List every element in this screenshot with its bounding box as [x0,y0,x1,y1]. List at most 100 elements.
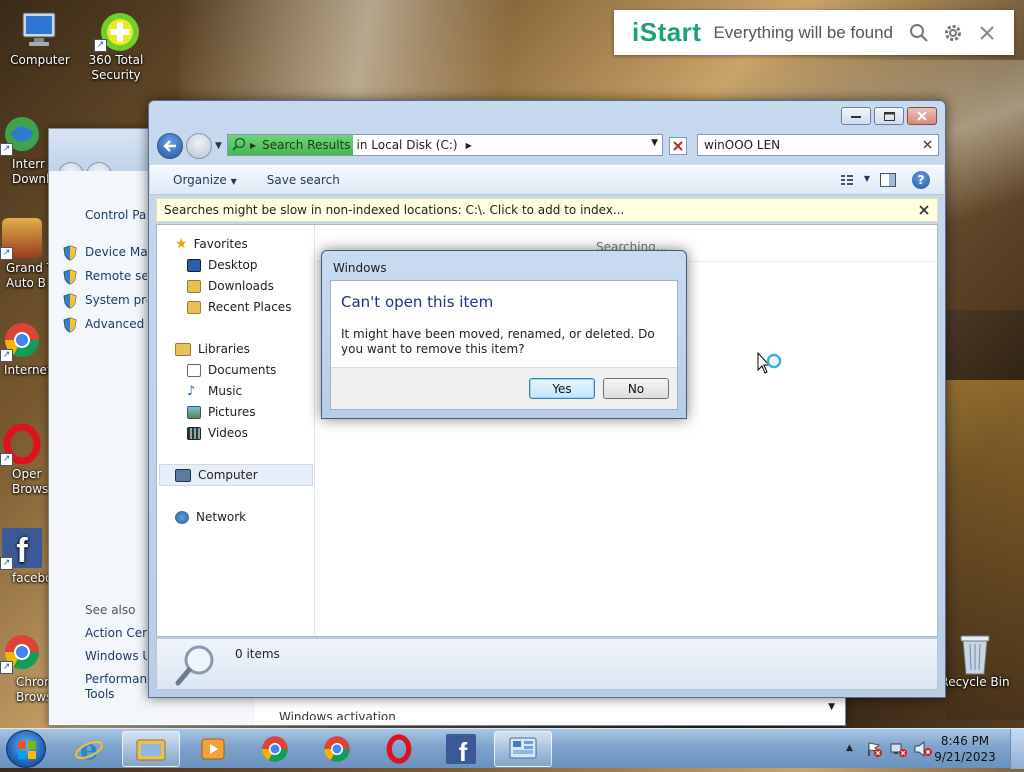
nav-music-label: Music [208,384,243,398]
chrome-icon [324,736,350,762]
save-search-button[interactable]: Save search [267,173,340,187]
taskbar-windows-explorer[interactable] [122,731,180,767]
yes-button[interactable]: Yes [529,378,595,399]
address-highlight: ▶ Search Results [228,135,353,155]
nav-desktop-label: Desktop [208,258,258,272]
remote-settings-link[interactable]: Remote sett [85,269,147,283]
nav-videos[interactable]: Videos [187,423,248,443]
forward-button[interactable] [186,133,212,159]
control-panel-home-link[interactable]: Control Pan [85,208,147,222]
device-manager-link[interactable]: Device Man [85,245,147,259]
network-status-icon[interactable] [890,741,908,760]
shortcut-arrow-icon: ↗ [0,247,13,260]
svg-text:f: f [16,532,28,568]
nav-documents-label: Documents [208,363,277,377]
start-button[interactable] [6,730,46,768]
breadcrumb-arrow-icon[interactable]: ▶ [250,141,256,150]
nav-music[interactable]: ♪ Music [187,381,242,401]
shortcut-arrow-icon: ↗ [0,557,13,570]
scroll-down-arrow-icon[interactable]: ▼ [828,702,835,712]
downloads-folder-icon [187,279,201,293]
minimize-button[interactable] [841,107,871,125]
taskbar-opera[interactable] [370,731,428,767]
action-center-link[interactable]: Action Cent [85,626,147,640]
index-info-text[interactable]: Searches might be slow in non-indexed lo… [164,203,624,217]
gear-icon[interactable] [936,16,970,50]
system-clock[interactable]: 8:46 PM 9/21/2023 [930,733,1000,765]
recent-pages-dropdown-icon[interactable]: ▼ [215,141,222,151]
facebook-icon: f [446,734,476,764]
address-search-results[interactable]: Search Results [262,138,350,152]
shortcut-arrow-icon: ↗ [94,39,107,52]
breadcrumb-arrow-icon[interactable]: ▶ [466,141,472,150]
change-view-icon[interactable] [840,173,854,190]
taskbar-control-panel[interactable] [494,731,552,767]
command-bar: Organize ▼ Save search ▼ ? [150,165,944,195]
nav-libraries[interactable]: Libraries [175,339,250,359]
chrome-icon: ↗ [0,632,42,674]
nav-desktop[interactable]: Desktop [187,255,258,275]
clock-date: 9/21/2023 [934,750,996,764]
preview-pane-icon[interactable] [880,173,896,190]
show-hidden-icons-arrow[interactable]: ▲ [846,743,853,753]
nav-downloads-label: Downloads [208,279,274,293]
taskbar-internet-explorer[interactable]: e [60,731,118,767]
windows-update-link[interactable]: Windows Up [85,649,147,663]
help-icon[interactable]: ? [912,171,930,189]
search-icon[interactable] [902,16,936,50]
shield-icon [63,317,77,336]
recycle-bin-icon [955,632,995,675]
system-protection-link[interactable]: System prot [85,293,147,307]
nav-pictures[interactable]: Pictures [187,402,256,422]
address-location[interactable]: in Local Disk (C:) [357,138,458,152]
taskbar-media-player[interactable] [184,731,242,767]
clear-search-icon[interactable] [923,138,932,152]
desktop-icon-computer[interactable]: Computer [0,10,80,68]
show-desktop-button[interactable] [1010,729,1024,769]
istart-search-bar[interactable]: iStart Everything will be found [614,10,1014,55]
performance-tools-link[interactable]: Performanc [85,672,147,686]
taskbar: e f ▲ 8:46 PM 9/21/2023 [0,728,1024,769]
close-icon[interactable] [970,16,1004,50]
nav-favorites[interactable]: ★ Favorites [175,234,248,254]
wallpaper-streak [180,0,640,110]
organize-button[interactable]: Organize ▼ [173,173,237,187]
no-button[interactable]: No [603,378,669,399]
view-options-dropdown-icon[interactable]: ▼ [864,174,870,183]
index-info-bar[interactable]: Searches might be slow in non-indexed lo… [156,198,938,222]
back-button[interactable] [157,133,183,159]
nav-computer[interactable]: Computer [175,465,258,485]
nav-network-label: Network [196,510,247,524]
desktop-icon-recycle-bin[interactable]: Recycle Bin [935,632,1015,690]
close-infobar-icon[interactable] [919,204,929,218]
desktop-icon-label: Chrom Brows [16,675,56,704]
address-bar[interactable]: ▶ Search Results in Local Disk (C:) ▶ ▼ [227,134,663,156]
nav-downloads[interactable]: Downloads [187,276,274,296]
desktop-icon-360-total-security[interactable]: ↗ 360 Total Security [76,10,156,83]
stop-search-button[interactable] [669,137,687,155]
shield-icon [63,269,77,288]
nav-documents[interactable]: Documents [187,360,276,380]
media-player-icon [201,738,225,760]
action-center-flag-icon[interactable] [866,741,882,760]
taskbar-chrome-2[interactable] [308,731,366,767]
address-dropdown-icon[interactable]: ▼ [651,138,658,148]
taskbar-chrome-1[interactable] [246,731,304,767]
nav-network[interactable]: Network [175,507,246,527]
close-window-button[interactable] [907,107,937,125]
advanced-system-settings-link[interactable]: Advanced sy [85,317,147,331]
cant-open-item-dialog[interactable]: Windows Can't open this item It might ha… [321,250,687,419]
taskbar-facebook[interactable]: f [432,731,490,767]
nav-recent-places[interactable]: Recent Places [187,297,291,317]
maximize-button[interactable] [874,107,904,125]
360-security-icon: ↗ [94,10,139,52]
istart-tagline[interactable]: Everything will be found [713,23,902,43]
performance-tools-link-line2[interactable]: Tools [85,687,147,701]
facebook-icon: f ↗ [0,528,42,570]
search-input[interactable]: winOOO LEN [697,134,939,156]
shortcut-arrow-icon: ↗ [0,143,13,156]
dialog-message: It might have been moved, renamed, or de… [341,327,655,356]
chevron-down-icon: ▼ [230,177,237,186]
recent-places-icon [187,300,201,314]
opera-icon [386,734,412,764]
